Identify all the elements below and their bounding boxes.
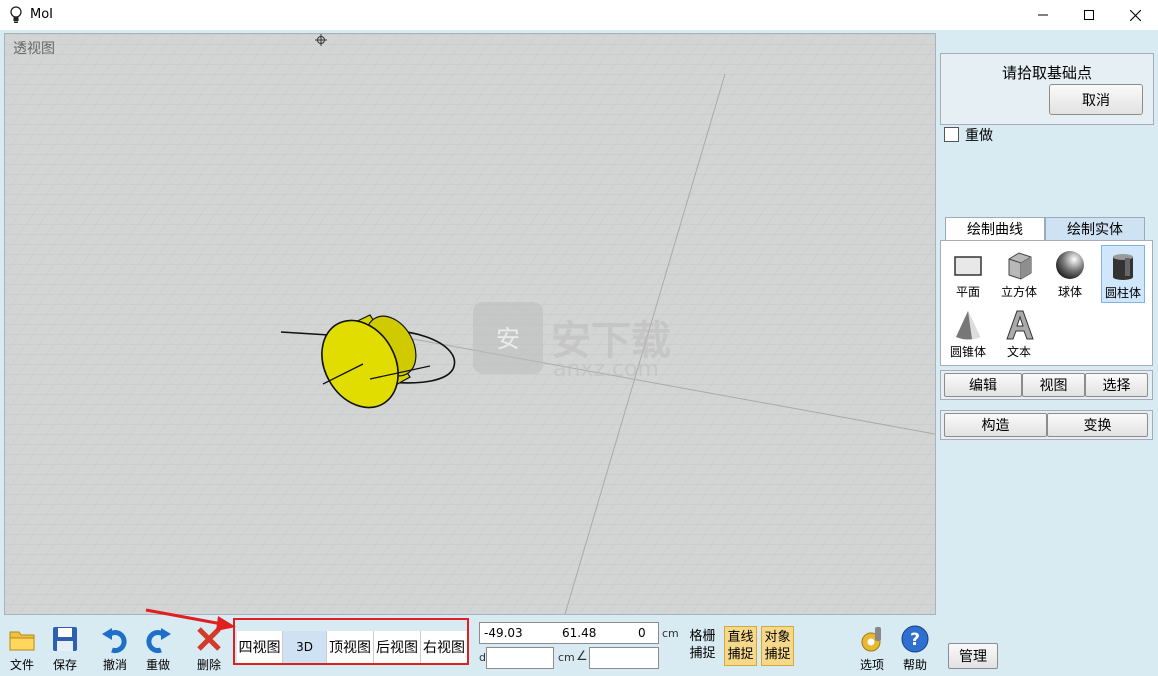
cone-icon <box>956 311 980 340</box>
minimize-icon <box>1038 14 1048 16</box>
tool-label: 立方体 <box>1000 285 1037 299</box>
undo-icon <box>102 628 127 654</box>
file-label: 文件 <box>9 658 34 672</box>
tool-label: 圆锥体 <box>949 345 986 359</box>
snap-line1: 格栅 <box>689 629 716 644</box>
solids-toolbox: 平面 立方体 球体 圆柱体 圆锥体 文本 <box>940 240 1153 366</box>
coord-unit: cm <box>662 627 679 640</box>
undo-button[interactable]: 撤消 <box>93 624 137 673</box>
tool-cone[interactable]: 圆锥体 <box>946 305 990 363</box>
tool-cylinder[interactable]: 圆柱体 <box>1101 245 1145 303</box>
angle-input[interactable] <box>589 647 659 669</box>
tab-draw-curves[interactable]: 绘制曲线 <box>945 217 1045 241</box>
menu-row-2: 构造 变换 <box>940 410 1153 440</box>
line-snap-toggle[interactable]: 直线 捕捉 <box>724 626 757 666</box>
object-snap-toggle[interactable]: 对象 捕捉 <box>761 626 794 666</box>
tool-sphere[interactable]: 球体 <box>1048 245 1092 303</box>
annotation-arrow <box>145 608 236 631</box>
tool-plane[interactable]: 平面 <box>946 245 990 303</box>
construct-button[interactable]: 构造 <box>944 413 1047 437</box>
annotation-highlight-box <box>233 618 469 665</box>
folder-icon <box>9 631 35 651</box>
options-icon <box>861 627 881 652</box>
redo-checkbox-label: 重做 <box>965 128 993 144</box>
coord-z: 0 <box>638 626 646 640</box>
cube-icon <box>1008 252 1032 280</box>
snap-line1: 对象 <box>764 630 791 645</box>
plane-icon <box>954 256 982 276</box>
help-label: 帮助 <box>902 658 927 672</box>
title-bar: MoI <box>0 0 1158 30</box>
close-button[interactable] <box>1112 0 1158 30</box>
tab-draw-solids[interactable]: 绘制实体 <box>1045 217 1145 241</box>
viewport-label: 透视图 <box>13 41 55 57</box>
tool-label: 平面 <box>955 285 980 299</box>
angle-symbol: ∠ <box>576 649 588 664</box>
delete-label: 删除 <box>196 658 221 672</box>
redo-label: 重做 <box>145 658 170 672</box>
svg-text:?: ? <box>910 630 920 650</box>
close-icon <box>1129 9 1141 21</box>
options-label: 选项 <box>859 658 884 672</box>
tool-label: 圆柱体 <box>1104 286 1141 300</box>
tool-text[interactable]: 文本 <box>997 305 1041 363</box>
tool-label: 文本 <box>1006 345 1031 359</box>
coord-y: 61.48 <box>562 626 597 640</box>
edit-button[interactable]: 编辑 <box>944 373 1022 397</box>
cancel-button[interactable]: 取消 <box>1049 84 1143 115</box>
tool-label: 球体 <box>1057 285 1082 299</box>
maximize-button[interactable] <box>1066 0 1112 30</box>
command-prompt-panel: 请拾取基础点 取消 <box>940 53 1154 125</box>
grid-snap-toggle[interactable]: 格栅 捕捉 <box>686 626 719 666</box>
undo-label: 撤消 <box>102 658 127 672</box>
redo-checkbox[interactable] <box>944 127 959 142</box>
save-icon <box>53 627 77 651</box>
draw-tabs: 绘制曲线 绘制实体 <box>945 217 1145 241</box>
coordinate-readout[interactable]: -49.03 61.48 0 <box>479 622 659 644</box>
perspective-viewport[interactable]: 安 安下载 anxz.com 透视图 <box>4 33 936 615</box>
view-button[interactable]: 视图 <box>1022 373 1085 397</box>
menu-row-1: 编辑 视图 选择 <box>940 370 1153 400</box>
options-button[interactable]: 选项 <box>850 624 894 673</box>
tool-cube[interactable]: 立方体 <box>997 245 1041 303</box>
window-title: MoI <box>30 7 54 22</box>
minimize-button[interactable] <box>1020 0 1066 30</box>
save-button[interactable]: 保存 <box>43 624 87 673</box>
distance-input[interactable] <box>486 647 554 669</box>
transform-button[interactable]: 变换 <box>1047 413 1148 437</box>
prompt-text: 请拾取基础点 <box>1001 64 1092 82</box>
help-button[interactable]: ? 帮助 <box>893 624 937 673</box>
text-icon <box>1006 310 1034 340</box>
sphere-icon <box>1056 251 1084 279</box>
watermark-url: anxz.com <box>553 357 659 382</box>
maximize-icon <box>1084 10 1094 20</box>
coord-x: -49.03 <box>484 626 523 640</box>
help-icon: ? <box>901 625 929 653</box>
perspective-grid: 安 安下载 anxz.com <box>5 34 935 614</box>
distance-unit: cm <box>558 651 575 664</box>
cylinder-icon <box>1113 254 1133 280</box>
file-button[interactable]: 文件 <box>0 624 44 673</box>
svg-text:安: 安 <box>496 325 520 353</box>
manage-button[interactable]: 管理 <box>948 643 998 669</box>
distance-label: d <box>479 651 486 664</box>
select-button[interactable]: 选择 <box>1085 373 1148 397</box>
snap-line1: 直线 <box>727 630 754 645</box>
snap-line2: 捕捉 <box>764 647 791 662</box>
save-label: 保存 <box>52 658 77 672</box>
lightbulb-icon <box>10 6 22 23</box>
snap-line2: 捕捉 <box>689 646 716 661</box>
snap-line2: 捕捉 <box>727 647 754 662</box>
